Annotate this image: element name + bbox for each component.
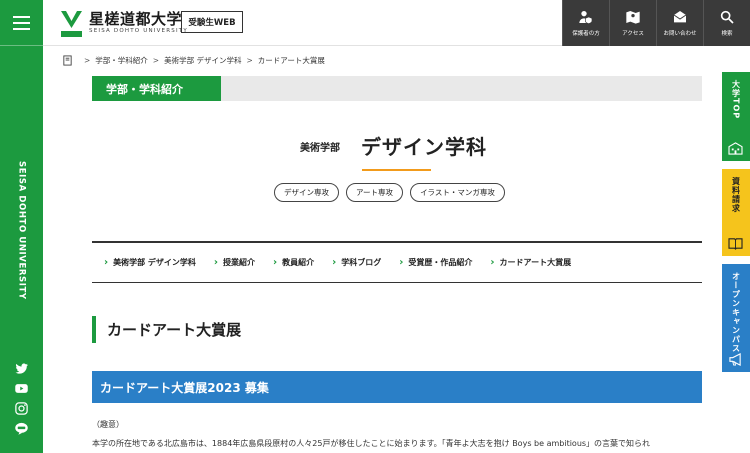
nav-access[interactable]: アクセス: [609, 0, 656, 46]
department-subnav: › 美術学部 デザイン学科 › 授業紹介 › 教員紹介 › 学科ブログ › 受賞歴・作品紹…: [92, 241, 702, 283]
twitter-icon[interactable]: [14, 361, 29, 376]
body-paragraph: 本学の所在地である北広島市は、1884年広島県段原村の人々25戸が移住したことに…: [92, 439, 651, 448]
book-icon: [728, 238, 743, 250]
section-heading: 学部・学科紹介: [92, 76, 221, 101]
nav-parents[interactable]: 保護者の方: [562, 0, 609, 46]
exam-web-button[interactable]: 受験生WEB: [181, 11, 243, 33]
breadcrumb-item[interactable]: 学部・学科紹介: [95, 55, 148, 66]
breadcrumb-item[interactable]: 美術学部 デザイン学科: [164, 55, 241, 66]
purpose-label: （趣意）: [92, 420, 124, 429]
subnav-item-label: 受賞歴・作品紹介: [408, 258, 473, 267]
left-sidebar: SEISA DOHTO UNIVERSITY: [0, 0, 43, 453]
breadcrumb: > 学部・学科紹介 > 美術学部 デザイン学科 > カードアート大賞展: [62, 55, 325, 66]
university-top-label: 大学TOP: [731, 80, 741, 120]
mail-icon: [673, 11, 687, 23]
hamburger-line: [13, 22, 30, 24]
vertical-name-text: SEISA DOHTO UNIVERSITY: [16, 160, 27, 300]
chevron-right-icon: ›: [213, 257, 219, 268]
hamburger-line: [13, 16, 30, 18]
request-materials-label: 資料請求: [731, 177, 741, 213]
site-header: 星槎道都大学 SEISA DOHTO UNIVERSITY 受験生WEB 保護者…: [43, 0, 750, 46]
nav-search[interactable]: 検索: [703, 0, 750, 46]
chevron-right-icon: ›: [273, 257, 278, 268]
chevron-right-icon: ›: [399, 257, 404, 268]
subnav-item[interactable]: › 教員紹介: [273, 257, 314, 268]
university-name[interactable]: 星槎道都大学: [89, 8, 182, 29]
hamburger-line: [13, 28, 30, 30]
announcement-banner: カードアート大賞展2023 募集: [92, 371, 702, 403]
instagram-icon[interactable]: [14, 401, 29, 416]
breadcrumb-separator: >: [152, 56, 160, 65]
course-pill-design[interactable]: デザイン専攻: [274, 183, 339, 202]
search-icon: [720, 10, 734, 24]
chevron-right-icon: ›: [104, 257, 109, 268]
title-underline: [362, 169, 431, 171]
breadcrumb-separator: >: [84, 56, 91, 65]
line-icon[interactable]: [14, 421, 29, 436]
megaphone-icon: [729, 353, 741, 366]
home-icon[interactable]: [62, 55, 73, 66]
subnav-item[interactable]: › 美術学部 デザイン学科: [104, 257, 196, 268]
open-campus-label: オープンキャンパス: [731, 272, 741, 353]
chevron-right-icon: ›: [490, 257, 495, 268]
subnav-item-label: 学科ブログ: [341, 258, 382, 267]
university-top-tab[interactable]: 大学TOP: [722, 72, 750, 161]
nav-access-label: アクセス: [622, 31, 644, 37]
open-campus-tab[interactable]: オープンキャンパス: [722, 264, 750, 372]
faculty-name: 美術学部: [300, 143, 340, 154]
course-pill-illustration[interactable]: イラスト・マンガ専攻: [410, 183, 505, 202]
nav-contact-label: お問い合わせ: [663, 31, 697, 37]
building-icon: [728, 142, 743, 155]
breadcrumb-separator: >: [246, 56, 253, 65]
department-title: デザイン学科: [361, 135, 487, 159]
subnav-item[interactable]: › 受賞歴・作品紹介: [399, 257, 472, 268]
menu-button[interactable]: [0, 0, 43, 46]
nav-contact[interactable]: お問い合わせ: [656, 0, 703, 46]
subnav-item-label: 教員紹介: [282, 258, 315, 267]
breadcrumb-current: カードアート大賞展: [257, 56, 325, 65]
parent-icon: [579, 11, 593, 25]
chevron-right-icon: ›: [332, 257, 337, 268]
subnav-item[interactable]: › カードアート大賞展: [490, 257, 571, 268]
nav-parents-label: 保護者の方: [572, 31, 600, 37]
nav-search-label: 検索: [721, 31, 733, 37]
request-materials-tab[interactable]: 資料請求: [722, 169, 750, 256]
course-pill-art[interactable]: アート専攻: [346, 183, 404, 202]
youtube-icon[interactable]: [14, 381, 29, 396]
top-navigation: 保護者の方 アクセス お問い合わせ 検索: [562, 0, 750, 46]
university-logo[interactable]: [60, 8, 83, 38]
subnav-item[interactable]: › 学科ブログ: [332, 257, 381, 268]
university-english-name: SEISA DOHTO UNIVERSITY: [89, 28, 188, 34]
map-icon: [626, 11, 640, 24]
subnav-item-label: 授業紹介: [223, 258, 256, 267]
subnav-item-label: カードアート大賞展: [499, 258, 572, 267]
course-pills: デザイン専攻 アート専攻 イラスト・マンガ専攻: [274, 183, 505, 202]
vertical-university-name: SEISA DOHTO UNIVERSITY: [0, 150, 43, 310]
subnav-item-label: 美術学部 デザイン学科: [113, 258, 196, 267]
subnav-item[interactable]: › 授業紹介: [214, 257, 255, 268]
page-heading: カードアート大賞展: [92, 316, 241, 343]
